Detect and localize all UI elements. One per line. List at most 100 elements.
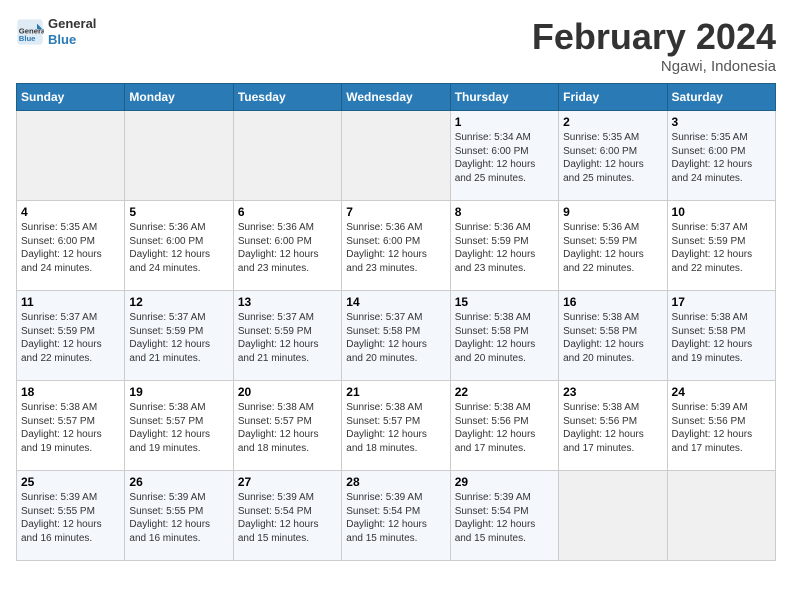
day-number: 11 xyxy=(21,295,120,309)
day-info: Sunrise: 5:35 AM Sunset: 6:00 PM Dayligh… xyxy=(563,131,662,185)
weekday-header-saturday: Saturday xyxy=(667,84,775,111)
day-info: Sunrise: 5:37 AM Sunset: 5:59 PM Dayligh… xyxy=(238,311,337,365)
calendar-cell xyxy=(125,111,233,201)
calendar-cell: 27Sunrise: 5:39 AM Sunset: 5:54 PM Dayli… xyxy=(233,471,341,561)
day-info: Sunrise: 5:36 AM Sunset: 6:00 PM Dayligh… xyxy=(238,221,337,275)
title-area: February 2024 Ngawi, Indonesia xyxy=(532,16,776,75)
day-info: Sunrise: 5:38 AM Sunset: 5:58 PM Dayligh… xyxy=(455,311,554,365)
calendar-table: SundayMondayTuesdayWednesdayThursdayFrid… xyxy=(16,83,776,561)
day-info: Sunrise: 5:39 AM Sunset: 5:56 PM Dayligh… xyxy=(672,401,771,455)
day-number: 28 xyxy=(346,475,445,489)
day-info: Sunrise: 5:36 AM Sunset: 5:59 PM Dayligh… xyxy=(563,221,662,275)
calendar-cell: 2 Sunrise: 5:35 AM Sunset: 6:00 PM Daylig… xyxy=(559,111,667,201)
weekday-header-friday: Friday xyxy=(559,84,667,111)
day-info: Sunrise: 5:38 AM Sunset: 5:56 PM Dayligh… xyxy=(563,401,662,455)
day-info: Sunrise: 5:38 AM Sunset: 5:58 PM Dayligh… xyxy=(563,311,662,365)
calendar-cell: 23 Sunrise: 5:38 AM Sunset: 5:56 PM Dayli… xyxy=(559,381,667,471)
calendar-cell: 5 Sunrise: 5:36 AM Sunset: 6:00 PM Daylig… xyxy=(125,201,233,291)
day-info: Sunrise: 5:37 AM Sunset: 5:59 PM Dayligh… xyxy=(672,221,771,275)
logo-blue: Blue xyxy=(48,32,96,48)
calendar-week-row: 1 Sunrise: 5:34 AM Sunset: 6:00 PM Daylig… xyxy=(17,111,776,201)
calendar-cell: 10 Sunrise: 5:37 AM Sunset: 5:59 PM Dayli… xyxy=(667,201,775,291)
calendar-cell: 8 Sunrise: 5:36 AM Sunset: 5:59 PM Daylig… xyxy=(450,201,558,291)
weekday-header-tuesday: Tuesday xyxy=(233,84,341,111)
day-number: 14 xyxy=(346,295,445,309)
day-number: 6 xyxy=(238,205,337,219)
weekday-header-thursday: Thursday xyxy=(450,84,558,111)
day-number: 10 xyxy=(672,205,771,219)
calendar-cell: 11 Sunrise: 5:37 AM Sunset: 5:59 PM Dayli… xyxy=(17,291,125,381)
day-number: 9 xyxy=(563,205,662,219)
day-info: Sunrise: 5:37 AM Sunset: 5:59 PM Dayligh… xyxy=(21,311,120,365)
day-number: 8 xyxy=(455,205,554,219)
day-number: 12 xyxy=(129,295,228,309)
day-number: 26 xyxy=(129,475,228,489)
calendar-cell: 22Sunrise: 5:38 AM Sunset: 5:56 PM Dayli… xyxy=(450,381,558,471)
calendar-cell: 6 Sunrise: 5:36 AM Sunset: 6:00 PM Daylig… xyxy=(233,201,341,291)
weekday-header-row: SundayMondayTuesdayWednesdayThursdayFrid… xyxy=(17,84,776,111)
day-info: Sunrise: 5:39 AM Sunset: 5:54 PM Dayligh… xyxy=(455,491,554,545)
day-number: 1 xyxy=(455,115,554,129)
day-info: Sunrise: 5:34 AM Sunset: 6:00 PM Dayligh… xyxy=(455,131,554,185)
logo: General Blue General Blue xyxy=(16,16,96,47)
day-info: Sunrise: 5:38 AM Sunset: 5:57 PM Dayligh… xyxy=(346,401,445,455)
calendar-cell xyxy=(17,111,125,201)
day-number: 27 xyxy=(238,475,337,489)
day-number: 16 xyxy=(563,295,662,309)
calendar-cell: 25 Sunrise: 5:39 AM Sunset: 5:55 PM Dayli… xyxy=(17,471,125,561)
calendar-cell xyxy=(233,111,341,201)
day-number: 29 xyxy=(455,475,554,489)
day-number: 3 xyxy=(672,115,771,129)
calendar-cell: 1 Sunrise: 5:34 AM Sunset: 6:00 PM Daylig… xyxy=(450,111,558,201)
calendar-cell: 14Sunrise: 5:37 AM Sunset: 5:58 PM Dayli… xyxy=(342,291,450,381)
day-number: 4 xyxy=(21,205,120,219)
day-number: 18 xyxy=(21,385,120,399)
logo-icon: General Blue xyxy=(16,18,44,46)
weekday-header-monday: Monday xyxy=(125,84,233,111)
day-info: Sunrise: 5:38 AM Sunset: 5:56 PM Dayligh… xyxy=(455,401,554,455)
calendar-cell: 19Sunrise: 5:38 AM Sunset: 5:57 PM Dayli… xyxy=(125,381,233,471)
day-info: Sunrise: 5:36 AM Sunset: 6:00 PM Dayligh… xyxy=(129,221,228,275)
header: General Blue General Blue February 2024 … xyxy=(16,16,776,75)
svg-text:Blue: Blue xyxy=(19,34,36,43)
calendar-cell: 21 Sunrise: 5:38 AM Sunset: 5:57 PM Dayli… xyxy=(342,381,450,471)
day-info: Sunrise: 5:35 AM Sunset: 6:00 PM Dayligh… xyxy=(21,221,120,275)
calendar-week-row: 4 Sunrise: 5:35 AM Sunset: 6:00 PM Daylig… xyxy=(17,201,776,291)
location: Ngawi, Indonesia xyxy=(532,58,776,75)
day-number: 5 xyxy=(129,205,228,219)
day-info: Sunrise: 5:39 AM Sunset: 5:55 PM Dayligh… xyxy=(21,491,120,545)
day-number: 20 xyxy=(238,385,337,399)
calendar-cell: 7 Sunrise: 5:36 AM Sunset: 6:00 PM Daylig… xyxy=(342,201,450,291)
day-number: 15 xyxy=(455,295,554,309)
calendar-cell: 4 Sunrise: 5:35 AM Sunset: 6:00 PM Daylig… xyxy=(17,201,125,291)
calendar-cell: 17Sunrise: 5:38 AM Sunset: 5:58 PM Dayli… xyxy=(667,291,775,381)
calendar-cell: 26 Sunrise: 5:39 AM Sunset: 5:55 PM Dayli… xyxy=(125,471,233,561)
calendar-cell xyxy=(559,471,667,561)
day-number: 25 xyxy=(21,475,120,489)
day-number: 21 xyxy=(346,385,445,399)
day-info: Sunrise: 5:37 AM Sunset: 5:59 PM Dayligh… xyxy=(129,311,228,365)
weekday-header-sunday: Sunday xyxy=(17,84,125,111)
day-number: 23 xyxy=(563,385,662,399)
calendar-cell: 16 Sunrise: 5:38 AM Sunset: 5:58 PM Dayli… xyxy=(559,291,667,381)
calendar-cell: 18 Sunrise: 5:38 AM Sunset: 5:57 PM Dayli… xyxy=(17,381,125,471)
calendar-cell: 15 Sunrise: 5:38 AM Sunset: 5:58 PM Dayli… xyxy=(450,291,558,381)
day-number: 7 xyxy=(346,205,445,219)
day-number: 24 xyxy=(672,385,771,399)
calendar-week-row: 25 Sunrise: 5:39 AM Sunset: 5:55 PM Dayli… xyxy=(17,471,776,561)
calendar-week-row: 11 Sunrise: 5:37 AM Sunset: 5:59 PM Dayli… xyxy=(17,291,776,381)
day-info: Sunrise: 5:39 AM Sunset: 5:55 PM Dayligh… xyxy=(129,491,228,545)
day-info: Sunrise: 5:36 AM Sunset: 5:59 PM Dayligh… xyxy=(455,221,554,275)
calendar-cell: 3 Sunrise: 5:35 AM Sunset: 6:00 PM Daylig… xyxy=(667,111,775,201)
day-info: Sunrise: 5:39 AM Sunset: 5:54 PM Dayligh… xyxy=(346,491,445,545)
day-info: Sunrise: 5:36 AM Sunset: 6:00 PM Dayligh… xyxy=(346,221,445,275)
weekday-header-wednesday: Wednesday xyxy=(342,84,450,111)
calendar-cell: 29 Sunrise: 5:39 AM Sunset: 5:54 PM Dayli… xyxy=(450,471,558,561)
calendar-week-row: 18 Sunrise: 5:38 AM Sunset: 5:57 PM Dayli… xyxy=(17,381,776,471)
calendar-cell: 20 Sunrise: 5:38 AM Sunset: 5:57 PM Dayli… xyxy=(233,381,341,471)
day-info: Sunrise: 5:38 AM Sunset: 5:57 PM Dayligh… xyxy=(238,401,337,455)
day-number: 2 xyxy=(563,115,662,129)
day-number: 17 xyxy=(672,295,771,309)
day-info: Sunrise: 5:38 AM Sunset: 5:57 PM Dayligh… xyxy=(21,401,120,455)
day-info: Sunrise: 5:35 AM Sunset: 6:00 PM Dayligh… xyxy=(672,131,771,185)
